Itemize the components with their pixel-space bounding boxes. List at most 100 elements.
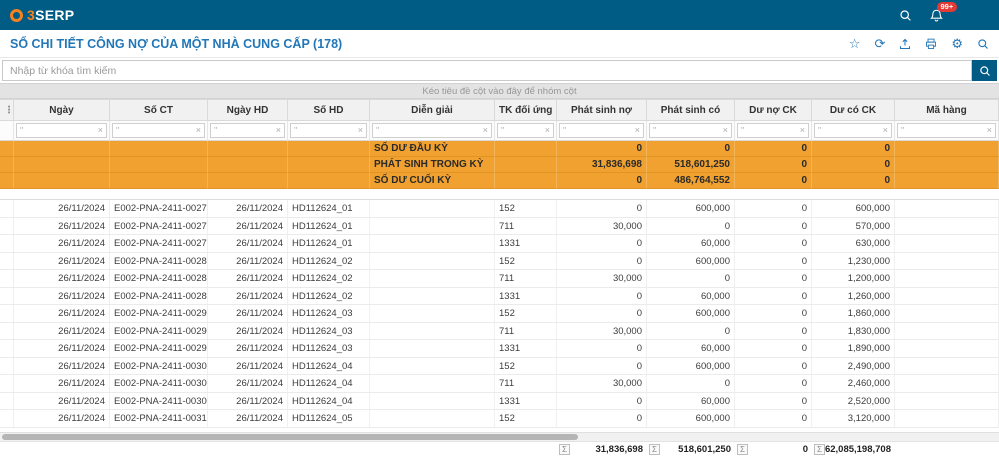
cell-so-ct: E002-PNA-2411-0029	[110, 305, 208, 322]
cell-du-co-ck: 1,200,000	[812, 270, 895, 287]
table-row[interactable]: 26/11/2024E002-PNA-2411-002826/11/2024HD…	[0, 288, 999, 306]
logo[interactable]: 3SERP	[10, 7, 74, 23]
horizontal-scrollbar-thumb[interactable]	[2, 434, 578, 440]
column-header-so-hd[interactable]: Số HD	[288, 99, 370, 121]
table-row[interactable]: 26/11/2024E002-PNA-2411-002926/11/2024HD…	[0, 305, 999, 323]
cell-du-co-ck: 1,830,000	[812, 323, 895, 340]
aggregate-sum-icon[interactable]: Σ	[737, 444, 748, 455]
filter-input-ngay[interactable]	[25, 126, 95, 136]
filter-operator-icon[interactable]: ''	[653, 126, 656, 135]
cell-du-no-ck: 0	[735, 235, 812, 252]
filter-operator-icon[interactable]: ''	[20, 126, 23, 135]
filter-input-du-co-ck[interactable]	[823, 126, 880, 136]
filter-input-so-ct[interactable]	[121, 126, 193, 136]
cell-ngay-hd: 26/11/2024	[208, 375, 288, 392]
filter-operator-icon[interactable]: ''	[563, 126, 566, 135]
cell-ngay-hd: 26/11/2024	[208, 235, 288, 252]
filter-operator-icon[interactable]: ''	[116, 126, 119, 135]
column-header-ngay[interactable]: Ngày	[14, 99, 110, 121]
filter-clear-icon[interactable]: ×	[276, 126, 281, 135]
settings-gear-icon[interactable]: ⚙	[951, 37, 963, 50]
table-row[interactable]: 26/11/2024E002-PNA-2411-002726/11/2024HD…	[0, 218, 999, 236]
column-header-phat-sinh-no[interactable]: Phát sinh nợ	[557, 99, 647, 121]
filter-clear-icon[interactable]: ×	[483, 126, 488, 135]
logo-icon	[10, 9, 23, 22]
filter-input-du-no-ck[interactable]	[746, 126, 797, 136]
filter-clear-icon[interactable]: ×	[196, 126, 201, 135]
table-row[interactable]: 26/11/2024E002-PNA-2411-002726/11/2024HD…	[0, 235, 999, 253]
summary-value: 0	[735, 141, 812, 157]
filter-clear-icon[interactable]: ×	[800, 126, 805, 135]
filter-operator-icon[interactable]: ''	[294, 126, 297, 135]
aggregate-sum-icon[interactable]: Σ	[814, 444, 825, 455]
cell-tk-oi-ung: 1331	[495, 393, 557, 410]
filter-operator-icon[interactable]: ''	[818, 126, 821, 135]
filter-clear-icon[interactable]: ×	[98, 126, 103, 135]
column-header-tk-oi-ung[interactable]: TK đối ứng	[495, 99, 557, 121]
group-by-dropzone[interactable]: Kéo tiêu đề cột vào đây để nhóm cột	[0, 83, 999, 99]
export-icon[interactable]	[899, 38, 911, 50]
filter-input-phat-sinh-co[interactable]	[658, 126, 720, 136]
horizontal-scrollbar[interactable]	[0, 432, 999, 441]
filter-clear-icon[interactable]: ×	[723, 126, 728, 135]
column-header-du-co-ck[interactable]: Dư có CK	[812, 99, 895, 121]
column-search-icon[interactable]	[977, 38, 989, 50]
cell-phat-sinh-co: 0	[647, 323, 735, 340]
table-row[interactable]: 26/11/2024E002-PNA-2411-003126/11/2024HD…	[0, 410, 999, 428]
table-row[interactable]: 26/11/2024E002-PNA-2411-003026/11/2024HD…	[0, 393, 999, 411]
table-row[interactable]: 26/11/2024E002-PNA-2411-003026/11/2024HD…	[0, 358, 999, 376]
summary-empty-cell	[208, 173, 288, 189]
print-icon[interactable]	[925, 38, 937, 50]
filter-operator-icon[interactable]: ''	[901, 126, 904, 135]
column-header-phat-sinh-co[interactable]: Phát sinh có	[647, 99, 735, 121]
summary-value: 0	[812, 141, 895, 157]
keyword-search-input[interactable]	[2, 60, 972, 81]
search-row	[0, 58, 999, 83]
table-row[interactable]: 26/11/2024E002-PNA-2411-002926/11/2024HD…	[0, 340, 999, 358]
footer-total-phat-sinh-co: Σ518,601,250	[647, 442, 735, 457]
table-row[interactable]: 26/11/2024E002-PNA-2411-002826/11/2024HD…	[0, 253, 999, 271]
filter-input-tk-oi-ung[interactable]	[506, 126, 542, 136]
cell-ngay-hd: 26/11/2024	[208, 323, 288, 340]
filter-operator-icon[interactable]: ''	[214, 126, 217, 135]
cell-ma-hang	[895, 410, 999, 427]
filter-clear-icon[interactable]: ×	[987, 126, 992, 135]
filter-operator-icon[interactable]: ''	[741, 126, 744, 135]
filter-operator-icon[interactable]: ''	[376, 126, 379, 135]
filter-input-phat-sinh-no[interactable]	[568, 126, 632, 136]
aggregate-sum-icon[interactable]: Σ	[559, 444, 570, 455]
column-options-handle[interactable]: ⋮	[0, 99, 14, 121]
search-button[interactable]	[972, 60, 997, 81]
table-row[interactable]: 26/11/2024E002-PNA-2411-002726/11/2024HD…	[0, 200, 999, 218]
table-row[interactable]: 26/11/2024E002-PNA-2411-002826/11/2024HD…	[0, 270, 999, 288]
column-header-dien-giai[interactable]: Diễn giải	[370, 99, 495, 121]
filter-clear-icon[interactable]: ×	[635, 126, 640, 135]
cell-so-ct: E002-PNA-2411-0031	[110, 410, 208, 427]
cell-du-no-ck: 0	[735, 323, 812, 340]
filter-input-so-hd[interactable]	[299, 126, 355, 136]
refresh-icon[interactable]: ⟳	[874, 37, 885, 50]
filter-input-ngay-hd[interactable]	[219, 126, 273, 136]
search-icon[interactable]	[899, 9, 912, 22]
column-header-so-ct[interactable]: Số CT	[110, 99, 208, 121]
cell-du-no-ck: 0	[735, 200, 812, 217]
table-row[interactable]: 26/11/2024E002-PNA-2411-003026/11/2024HD…	[0, 375, 999, 393]
notifications-bell-icon[interactable]: 99+	[930, 9, 943, 22]
filter-box: '' ×	[737, 123, 809, 138]
filter-clear-icon[interactable]: ×	[358, 126, 363, 135]
filter-operator-icon[interactable]: ''	[501, 126, 504, 135]
cell-ngay: 26/11/2024	[14, 200, 110, 217]
favorite-star-icon[interactable]: ☆	[849, 37, 861, 50]
column-header-ma-hang[interactable]: Mã hàng	[895, 99, 999, 121]
cell-so-ct: E002-PNA-2411-0028	[110, 253, 208, 270]
filter-clear-icon[interactable]: ×	[883, 126, 888, 135]
filter-input-ma-hang[interactable]	[906, 126, 984, 136]
table-row[interactable]: 26/11/2024E002-PNA-2411-002926/11/2024HD…	[0, 323, 999, 341]
aggregate-sum-icon[interactable]: Σ	[649, 444, 660, 455]
column-header-ngay-hd[interactable]: Ngày HD	[208, 99, 288, 121]
filter-clear-icon[interactable]: ×	[545, 126, 550, 135]
column-header-du-no-ck[interactable]: Dư nợ CK	[735, 99, 812, 121]
cell-ma-hang	[895, 323, 999, 340]
filter-input-dien-giai[interactable]	[381, 126, 480, 136]
apps-grid-icon[interactable]	[961, 9, 973, 21]
